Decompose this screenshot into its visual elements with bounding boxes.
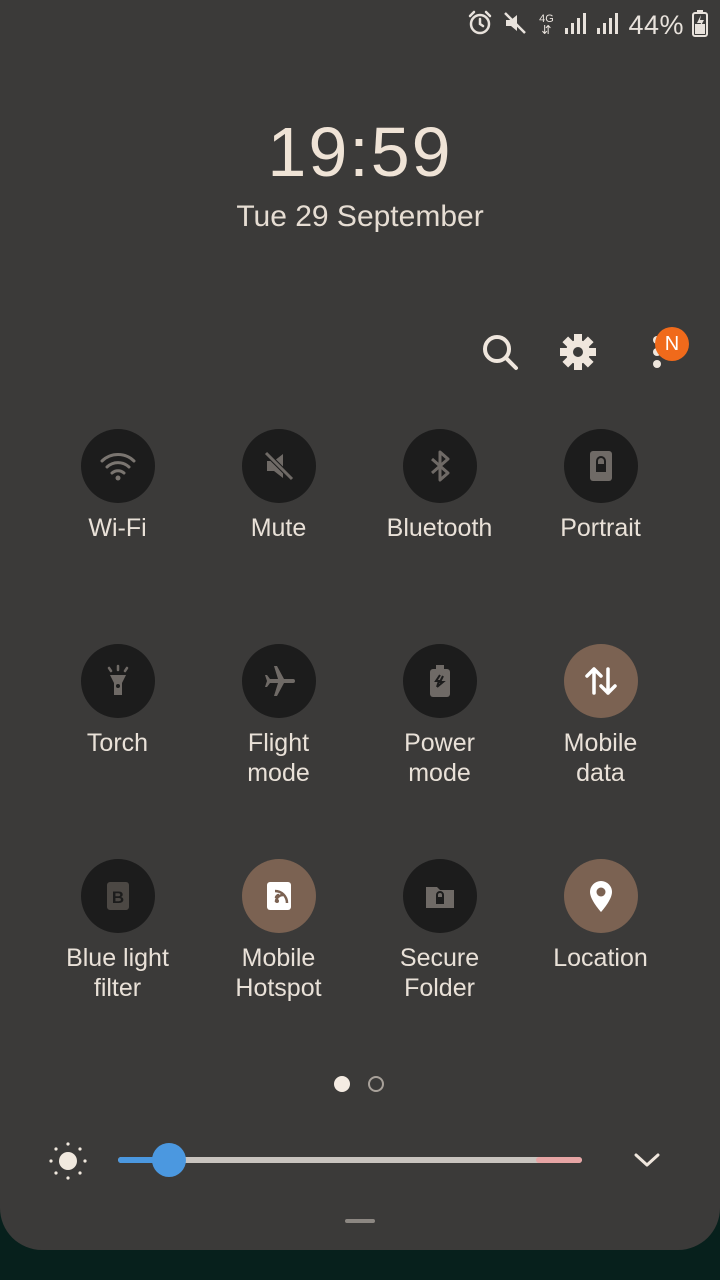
tile-secure-folder[interactable]: Secure Folder	[359, 859, 520, 1003]
svg-text:B: B	[111, 888, 123, 907]
mute-status-icon	[502, 10, 528, 41]
tile-mobile-hotspot[interactable]: Mobile Hotspot	[198, 859, 359, 1003]
tile-wifi[interactable]: Wi-Fi	[37, 429, 198, 543]
tile-mobile-data[interactable]: Mobile data	[520, 644, 681, 788]
mobile-data-icon	[563, 644, 638, 718]
tile-label: Portrait	[560, 514, 641, 542]
tile-label: Torch	[86, 729, 149, 757]
page-dot-1[interactable]	[334, 1076, 350, 1092]
tile-label: Blue light filter	[66, 944, 169, 1002]
battery-percentage: 44%	[628, 9, 684, 40]
tile-label: Mobile data	[563, 729, 638, 787]
4g-data-icon: 4G ⇵	[539, 12, 554, 37]
brightness-thumb[interactable]	[152, 1143, 186, 1177]
brightness-sun-icon	[48, 1141, 88, 1186]
hotspot-icon	[241, 859, 316, 933]
tile-power-mode[interactable]: Power mode	[359, 644, 520, 788]
battery-charging-icon	[692, 9, 708, 42]
tile-torch[interactable]: Torch	[37, 644, 198, 758]
tile-label: Mobile Hotspot	[235, 944, 322, 1002]
page-indicator	[334, 1076, 384, 1092]
portrait-lock-icon	[563, 429, 638, 503]
tile-label: Flight mode	[247, 729, 310, 787]
tile-portrait[interactable]: Portrait	[520, 429, 681, 543]
tile-label: Power mode	[404, 729, 475, 787]
brightness-fill	[118, 1157, 155, 1163]
blue-light-icon: B	[80, 859, 155, 933]
airplane-icon	[241, 644, 316, 718]
status-bar: 4G ⇵ 44%	[466, 6, 708, 44]
tile-label: Wi-Fi	[88, 514, 147, 542]
quick-settings-panel: 4G ⇵ 44% 19:59 Tue 29 September N Wi-Fi …	[0, 0, 720, 1250]
gear-icon[interactable]	[556, 330, 600, 374]
clock-date[interactable]: Tue 29 September	[0, 200, 720, 234]
tile-label: Secure Folder	[399, 944, 480, 1002]
power-mode-icon	[402, 644, 477, 718]
chevron-down-icon[interactable]	[632, 1145, 662, 1180]
secure-folder-icon	[402, 859, 477, 933]
signal-icon	[596, 11, 620, 40]
page-dot-2[interactable]	[368, 1076, 384, 1092]
clock-time[interactable]: 19:59	[0, 112, 720, 192]
tile-label: Location	[553, 944, 648, 972]
signal-icon	[564, 11, 588, 40]
tile-flight-mode[interactable]: Flight mode	[198, 644, 359, 788]
alarm-icon	[466, 9, 494, 42]
search-icon[interactable]	[478, 330, 522, 374]
tile-label: Mute	[250, 514, 307, 542]
brightness-warm-zone	[536, 1157, 582, 1163]
tile-mute[interactable]: Mute	[198, 429, 359, 543]
torch-icon	[80, 644, 155, 718]
tile-label: Bluetooth	[386, 514, 493, 542]
bluetooth-icon	[402, 429, 477, 503]
tile-location[interactable]: Location	[520, 859, 681, 973]
brightness-slider[interactable]	[118, 1143, 582, 1177]
wifi-icon	[80, 429, 155, 503]
tile-bluetooth[interactable]: Bluetooth	[359, 429, 520, 543]
tile-blue-light-filter[interactable]: B Blue light filter	[37, 859, 198, 1003]
location-pin-icon	[563, 859, 638, 933]
mute-icon	[241, 429, 316, 503]
panel-drag-handle[interactable]	[345, 1219, 375, 1223]
notification-badge: N	[655, 327, 689, 361]
